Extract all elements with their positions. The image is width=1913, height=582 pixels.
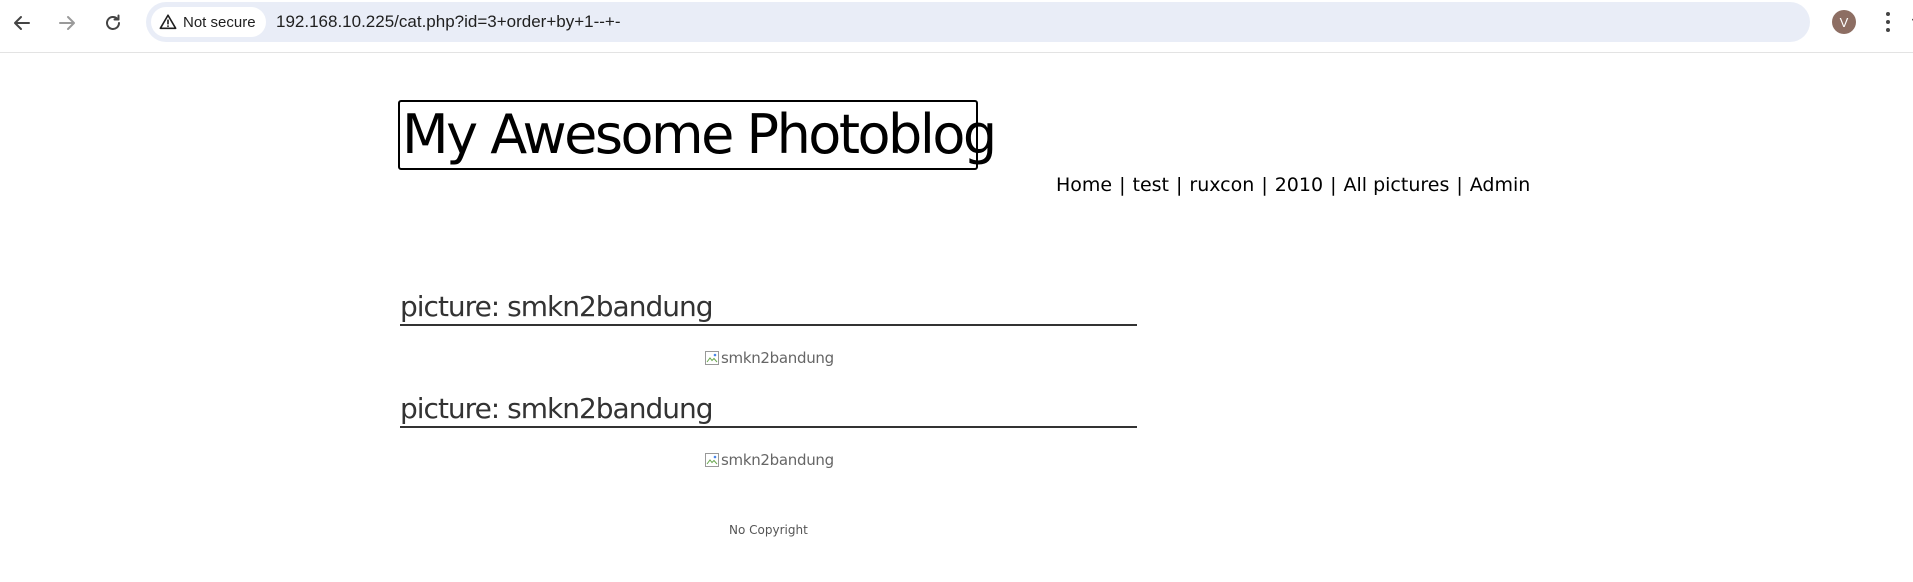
kebab-menu-icon[interactable] [1876,8,1900,36]
menu-separator: | [1456,174,1463,196]
image-alt-text: smkn2bandung [721,451,834,469]
security-label: Not secure [183,13,256,31]
menu-item-test[interactable]: test [1133,174,1170,196]
site-header: My Awesome Photoblog [398,100,997,170]
menu-separator: | [1119,174,1126,196]
post-title: picture: smkn2bandung [400,290,1137,326]
broken-image-icon [705,351,719,365]
profile-avatar[interactable]: V [1832,10,1856,34]
menu-item-all-pictures[interactable]: All pictures [1343,174,1449,196]
bookmark-button[interactable] [1908,9,1913,35]
site-menu: Home | test | ruxcon | 2010 | All pictures | Admin [1056,172,1530,198]
menu-separator: | [1330,174,1337,196]
footer-text: No Copyright [729,523,808,537]
reload-button[interactable] [96,6,130,40]
post-image[interactable]: smkn2bandung [704,449,834,471]
menu-item-home[interactable]: Home [1056,174,1112,196]
arrow-left-icon [14,16,30,30]
menu-item-admin[interactable]: Admin [1470,174,1531,196]
post-title: picture: smkn2bandung [400,392,1137,428]
image-alt-text: smkn2bandung [721,349,834,367]
menu-item-ruxcon[interactable]: ruxcon [1189,174,1254,196]
warning-triangle-icon [159,14,177,30]
menu-separator: | [1176,174,1183,196]
browser-toolbar: Not secure 192.168.10.225/cat.php?id=3+o… [0,0,1913,53]
forward-button[interactable] [50,6,84,40]
menu-item-2010[interactable]: 2010 [1275,174,1323,196]
back-button[interactable] [5,6,39,40]
post-image[interactable]: smkn2bandung [704,347,834,369]
menu-separator: | [1261,174,1268,196]
security-chip[interactable]: Not secure [151,7,266,37]
broken-image-icon [705,453,719,467]
arrow-right-icon [59,16,75,30]
reload-icon [106,14,120,30]
site-title[interactable]: My Awesome Photoblog [402,100,997,170]
url-text[interactable]: 192.168.10.225/cat.php?id=3+order+by+1--… [276,2,621,42]
address-bar[interactable]: Not secure 192.168.10.225/cat.php?id=3+o… [146,2,1913,42]
